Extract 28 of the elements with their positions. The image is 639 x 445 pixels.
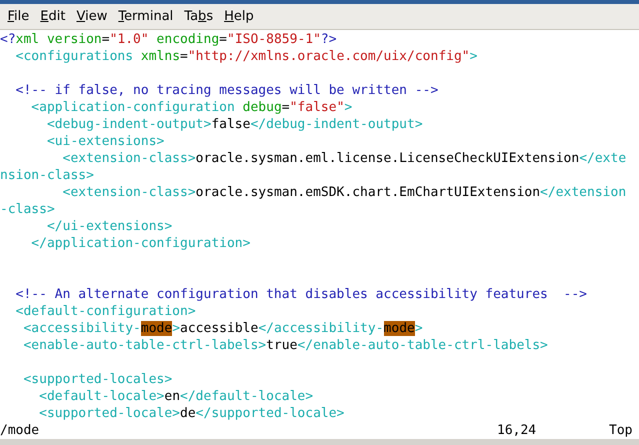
code-line: <ui-extensions>	[46, 133, 164, 150]
code-line: <!-- if false, no tracing messages will be written -->	[14, 82, 438, 99]
code-line: <default-configuration>	[14, 303, 196, 320]
code-line: <application-configuration debug="false">	[30, 99, 352, 116]
menu-item[interactable]: File	[2, 7, 35, 26]
menu-item[interactable]: Help	[218, 7, 260, 26]
code-line: <extension-class>oracle.sysman.emSDK.chart.EmChartUIExtension</extension	[62, 184, 626, 201]
code-line: </application-configuration>	[30, 235, 250, 252]
menu-item[interactable]: View	[70, 7, 113, 26]
code-line: <default-locale>en</default-locale>	[38, 388, 314, 405]
scroll-position: Top	[609, 422, 632, 439]
code-line: <accessibility-mode>accessible</accessibility-mode>	[22, 320, 423, 337]
code-line: <extension-class>oracle.sysman.eml.license.LicenseCheckUIExtension</exte	[62, 150, 626, 167]
code-line: nsion-class>	[0, 167, 94, 184]
cursor-position: 16,24	[497, 422, 538, 439]
code-line: </ui-extensions>	[46, 218, 172, 235]
code-line: <configurations xmlns="http://xmlns.oracle.com/uix/config">	[14, 48, 478, 65]
menu-item[interactable]: Edit	[34, 7, 71, 26]
code-line: <debug-indent-output>false</debug-indent-output>	[46, 116, 423, 133]
menu-item[interactable]: Tabs	[178, 7, 219, 26]
code-line: <supported-locales>	[22, 371, 172, 388]
code-line: <?xml version="1.0" encoding="ISO-8859-1"?>	[0, 31, 337, 48]
code-line: <enable-auto-table-ctrl-labels>true</enable-auto-table-ctrl-labels>	[22, 337, 548, 354]
code-line: <!-- An alternate configuration that disables accessibility features -->	[14, 286, 587, 303]
code-line: <supported-locale>de</supported-locale>	[38, 405, 344, 422]
code-line: -class>	[0, 201, 55, 218]
command-line: /mode	[0, 422, 40, 439]
menu-item[interactable]: Terminal	[112, 7, 179, 26]
